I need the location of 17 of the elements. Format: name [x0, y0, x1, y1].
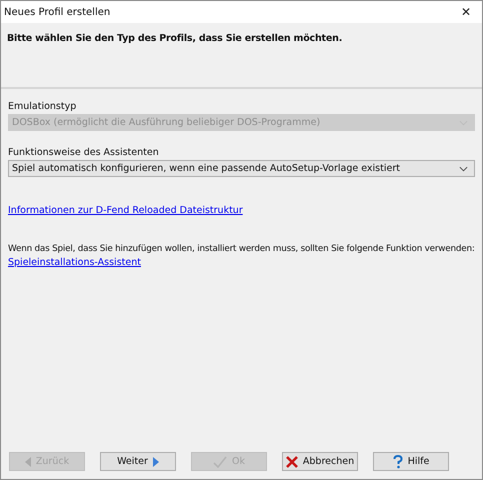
info-link[interactable]: Informationen zur D-Fend Reloaded Dateistruktur — [8, 205, 243, 216]
install-text: Wenn das Spiel, dass Sie hinzufügen wollen, installiert werden muss, sollten Sie folgende Funktion verwenden: — [8, 244, 475, 254]
cross-icon — [286, 456, 298, 468]
dropdown[interactable]: Spiel automatisch konfigurieren, wenn eine passende AutoSetup-Vorlage existiert — [8, 160, 475, 177]
dialog-button[interactable]: Hilfe — [373, 452, 449, 471]
dialog-button[interactable]: Abbrechen — [282, 452, 358, 471]
field-label: Funktionsweise des Assistenten — [8, 147, 160, 158]
right-triangle-icon — [152, 456, 159, 466]
close-button[interactable]: ✕ — [450, 1, 482, 23]
dialog-button[interactable]: Weiter — [100, 452, 176, 471]
install-wizard-link[interactable]: Spieleinstallations-Assistent — [8, 257, 141, 268]
chevron-down-icon — [459, 166, 468, 172]
window-title: Neues Profil erstellen — [4, 6, 110, 18]
left-triangle-icon — [24, 456, 31, 466]
field-label: Emulationstyp — [8, 101, 78, 112]
help-icon — [392, 454, 403, 468]
header-text: Bitte wählen Sie den Typ des Profils, dass Sie erstellen möchten. — [7, 33, 342, 44]
